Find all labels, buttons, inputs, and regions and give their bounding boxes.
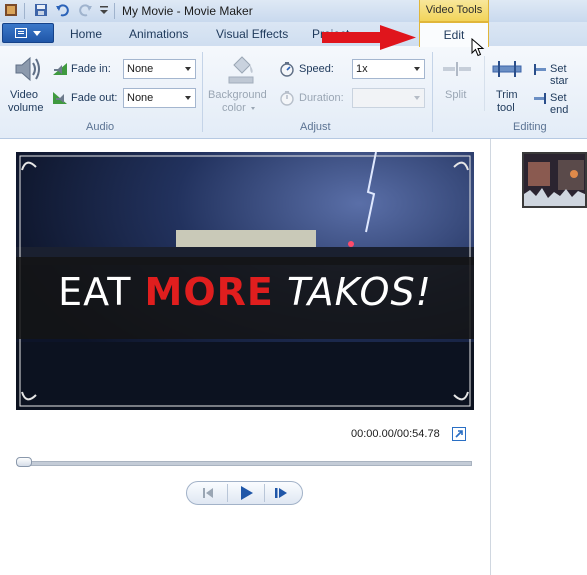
title-overlay-text: EAT MORE TAKOS! (16, 270, 474, 314)
speed-label: Speed: (299, 63, 334, 75)
clip-thumbnail[interactable] (522, 152, 587, 208)
video-tools-context-label: Video Tools (419, 0, 489, 22)
tab-animations[interactable]: Animations (129, 27, 188, 41)
chevron-down-icon (414, 96, 420, 100)
qat-separator (24, 3, 25, 19)
annotation-arrow (322, 25, 416, 50)
fullscreen-button[interactable] (452, 427, 466, 441)
next-frame-icon (275, 488, 287, 498)
fade-out-icon (53, 92, 67, 104)
split-icon (443, 62, 471, 76)
background-color-label-2: color (222, 102, 246, 114)
audio-group-label: Audio (86, 121, 115, 133)
chevron-down-icon (33, 31, 41, 36)
overlay-word-more: MORE (144, 270, 274, 314)
overlay-word-eat: EAT (58, 270, 145, 314)
editing-inner-separator (484, 56, 485, 111)
customize-qat-icon[interactable] (97, 3, 111, 17)
window-title: My Movie - Movie Maker (122, 4, 253, 18)
group-separator (202, 52, 203, 132)
mouse-cursor-icon (471, 38, 485, 57)
group-separator (432, 52, 433, 132)
chevron-down-icon (251, 107, 255, 110)
tab-home[interactable]: Home (70, 27, 102, 41)
adjust-group-label: Adjust (300, 121, 331, 133)
chevron-down-icon (414, 67, 420, 71)
speed-dropdown[interactable]: 1x (352, 59, 425, 79)
set-start-point-button[interactable]: Set star (550, 63, 587, 87)
overlay-word-takos: TAKOS! (273, 270, 432, 314)
video-volume-label-1[interactable]: Video (10, 89, 38, 101)
fade-out-label: Fade out: (71, 92, 118, 104)
paint-bucket-icon (228, 56, 254, 84)
set-start-point-icon (534, 64, 546, 75)
save-icon[interactable] (34, 3, 48, 17)
duration-dropdown[interactable] (352, 88, 425, 108)
fade-in-value: None (127, 63, 154, 75)
timecode: 00:00.00/00:54.78 (351, 428, 440, 440)
clip-thumbnail-image (524, 154, 585, 206)
trim-tool-icon[interactable] (491, 60, 523, 78)
fade-in-dropdown[interactable]: None (123, 59, 196, 79)
duration-label: Duration: (299, 92, 344, 104)
video-preview[interactable]: EAT MORE TAKOS! (16, 152, 474, 410)
fullscreen-icon (455, 430, 463, 438)
tab-visual-effects[interactable]: Visual Effects (216, 27, 288, 41)
editing-group-label: Editing (513, 121, 547, 133)
redo-icon[interactable] (79, 3, 93, 17)
video-volume-label-2[interactable]: volume (8, 102, 43, 114)
previous-frame-button[interactable] (191, 482, 225, 504)
speed-icon (280, 62, 294, 77)
app-icon[interactable] (4, 3, 18, 17)
playback-controls (186, 481, 303, 505)
transport-separator (227, 484, 228, 502)
qat-separator-2 (114, 3, 115, 19)
chevron-down-icon (185, 96, 191, 100)
previous-frame-icon (203, 488, 213, 498)
fade-out-dropdown[interactable]: None (123, 88, 196, 108)
trim-tool-label-1[interactable]: Trim (496, 89, 518, 101)
video-volume-icon[interactable] (10, 53, 42, 85)
chevron-down-icon (185, 67, 191, 71)
next-frame-button[interactable] (265, 482, 299, 504)
set-end-point-button[interactable]: Set end (550, 92, 587, 116)
speed-value: 1x (356, 63, 368, 75)
duration-icon (280, 91, 294, 106)
split-label: Split (445, 89, 467, 101)
ribbon: Video volume Fade in: None Fade out: Non… (0, 46, 587, 139)
undo-icon[interactable] (55, 3, 69, 17)
file-menu-icon (15, 28, 27, 38)
trim-tool-label-2[interactable]: tool (497, 102, 515, 114)
title-bar: My Movie - Movie Maker (0, 0, 587, 23)
seek-bar[interactable] (17, 461, 472, 466)
fade-out-value: None (127, 92, 154, 104)
file-menu-button[interactable] (2, 23, 54, 43)
seek-thumb[interactable] (16, 457, 32, 467)
fade-in-label: Fade in: (71, 63, 111, 75)
fade-in-icon (53, 63, 67, 75)
play-icon (241, 486, 253, 500)
play-button[interactable] (229, 482, 263, 504)
background-color-label-1: Background (208, 89, 267, 101)
set-end-point-icon (534, 93, 546, 104)
